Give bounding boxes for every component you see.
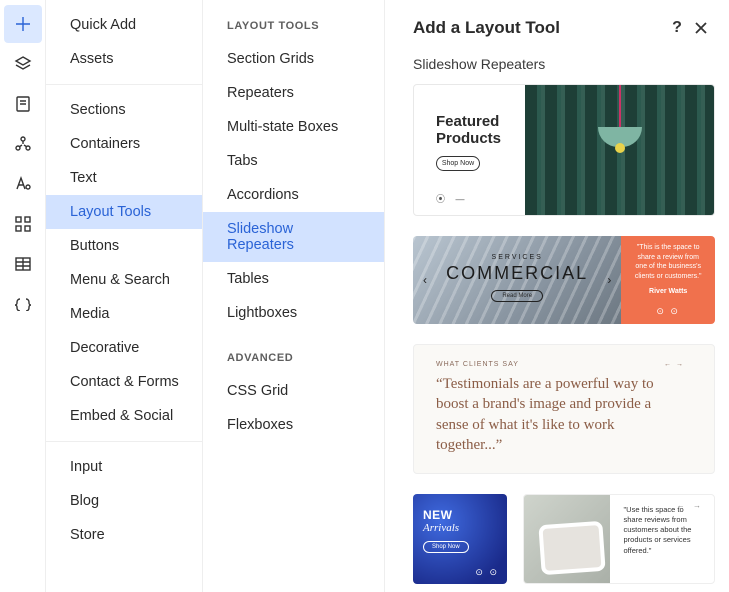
subcategory-item[interactable]: Section Grids	[203, 42, 384, 76]
subcategory-item[interactable]: Repeaters	[203, 76, 384, 110]
section-heading: ADVANCED	[203, 340, 384, 374]
panel-title: Add a Layout Tool	[413, 18, 665, 38]
category-item[interactable]: Store	[46, 518, 202, 552]
page-icon[interactable]	[4, 85, 42, 123]
subcategory-item[interactable]: Multi-state Boxes	[203, 110, 384, 144]
category-item[interactable]: Embed & Social	[46, 399, 202, 433]
category-panel: Quick AddAssets SectionsContainersTextLa…	[46, 0, 203, 592]
slide-arrows: ← →	[677, 501, 704, 510]
category-item[interactable]: Layout Tools	[46, 195, 202, 229]
section-heading: LAYOUT TOOLS	[203, 8, 384, 42]
category-item[interactable]: Assets	[46, 42, 202, 76]
slide-arrows: ←→	[660, 361, 684, 368]
quote-text: "This is the space to share a review fro…	[633, 243, 703, 281]
category-item[interactable]: Decorative	[46, 331, 202, 365]
template-card[interactable]: NEW Arrivals Shop Now ⊙ ⊙	[413, 494, 507, 584]
subcategory-item[interactable]: Flexboxes	[203, 408, 384, 442]
card-image: ‹ › SERVICES COMMERCIAL Read More	[413, 236, 621, 324]
category-item[interactable]: Input	[46, 450, 202, 484]
slide-controls: ⊙ ⊙	[633, 305, 703, 317]
subcategory-item[interactable]: Tabs	[203, 144, 384, 178]
subcategory-item[interactable]: Slideshow Repeaters	[203, 212, 384, 262]
quote-text: “Testimonials are a powerful way to boos…	[436, 374, 684, 455]
slide-controls: ⊙ ⊙	[475, 567, 499, 578]
subcategory-item[interactable]: Accordions	[203, 178, 384, 212]
template-card[interactable]: WHAT CLIENTS SAY ←→ “Testimonials are a …	[413, 344, 715, 474]
divider	[46, 84, 202, 85]
quote-author: River Watts	[633, 287, 703, 296]
panel-subtitle: Slideshow Repeaters	[385, 50, 729, 84]
card-label: SERVICES	[413, 254, 621, 261]
category-item[interactable]: Containers	[46, 127, 202, 161]
close-icon[interactable]	[689, 16, 713, 40]
category-item[interactable]: Quick Add	[46, 8, 202, 42]
shop-now-button: Shop Now	[436, 156, 480, 171]
code-icon[interactable]	[4, 285, 42, 323]
shop-now-button: Shop Now	[423, 541, 469, 553]
card-image	[525, 85, 714, 215]
category-item[interactable]: Buttons	[46, 229, 202, 263]
category-item[interactable]: Menu & Search	[46, 263, 202, 297]
category-item[interactable]: Contact & Forms	[46, 365, 202, 399]
template-card[interactable]: ‹ › SERVICES COMMERCIAL Read More "This …	[413, 236, 715, 324]
template-card[interactable]: ← → "Use this space to share reviews fro…	[523, 494, 715, 584]
category-item[interactable]: Text	[46, 161, 202, 195]
template-card[interactable]: FeaturedProducts Shop Now ⦿ —	[413, 84, 715, 216]
card-quote-panel: "This is the space to share a review fro…	[621, 236, 715, 324]
layers-icon[interactable]	[4, 45, 42, 83]
card-title: FeaturedProducts	[436, 113, 511, 148]
text-style-icon[interactable]	[4, 165, 42, 203]
read-more-button: Read More	[491, 290, 543, 302]
quote-text: "Use this space to share reviews from cu…	[624, 505, 701, 556]
card-image	[524, 495, 610, 583]
template-gallery: FeaturedProducts Shop Now ⦿ — ‹ › SERVIC…	[385, 84, 729, 592]
subcategory-panel: LAYOUT TOOLS Section GridsRepeatersMulti…	[203, 0, 385, 592]
table-icon[interactable]	[4, 245, 42, 283]
category-item[interactable]: Media	[46, 297, 202, 331]
category-item[interactable]: Sections	[46, 93, 202, 127]
card-title: NEW	[423, 508, 497, 522]
tool-rail	[0, 0, 46, 592]
subcategory-item[interactable]: Lightboxes	[203, 296, 384, 330]
category-item[interactable]: Blog	[46, 484, 202, 518]
card-title: COMMERCIAL	[413, 263, 621, 284]
connections-icon[interactable]	[4, 125, 42, 163]
divider	[46, 441, 202, 442]
grid-icon[interactable]	[4, 205, 42, 243]
card-subtitle: Arrivals	[423, 522, 497, 534]
pager-dots: ⦿ —	[436, 192, 511, 205]
card-label: WHAT CLIENTS SAY	[436, 361, 519, 368]
subcategory-item[interactable]: CSS Grid	[203, 374, 384, 408]
subcategory-item[interactable]: Tables	[203, 262, 384, 296]
help-icon[interactable]: ?	[665, 16, 689, 40]
content-area: Add a Layout Tool ? Slideshow Repeaters …	[385, 0, 729, 592]
add-tool-icon[interactable]	[4, 5, 42, 43]
